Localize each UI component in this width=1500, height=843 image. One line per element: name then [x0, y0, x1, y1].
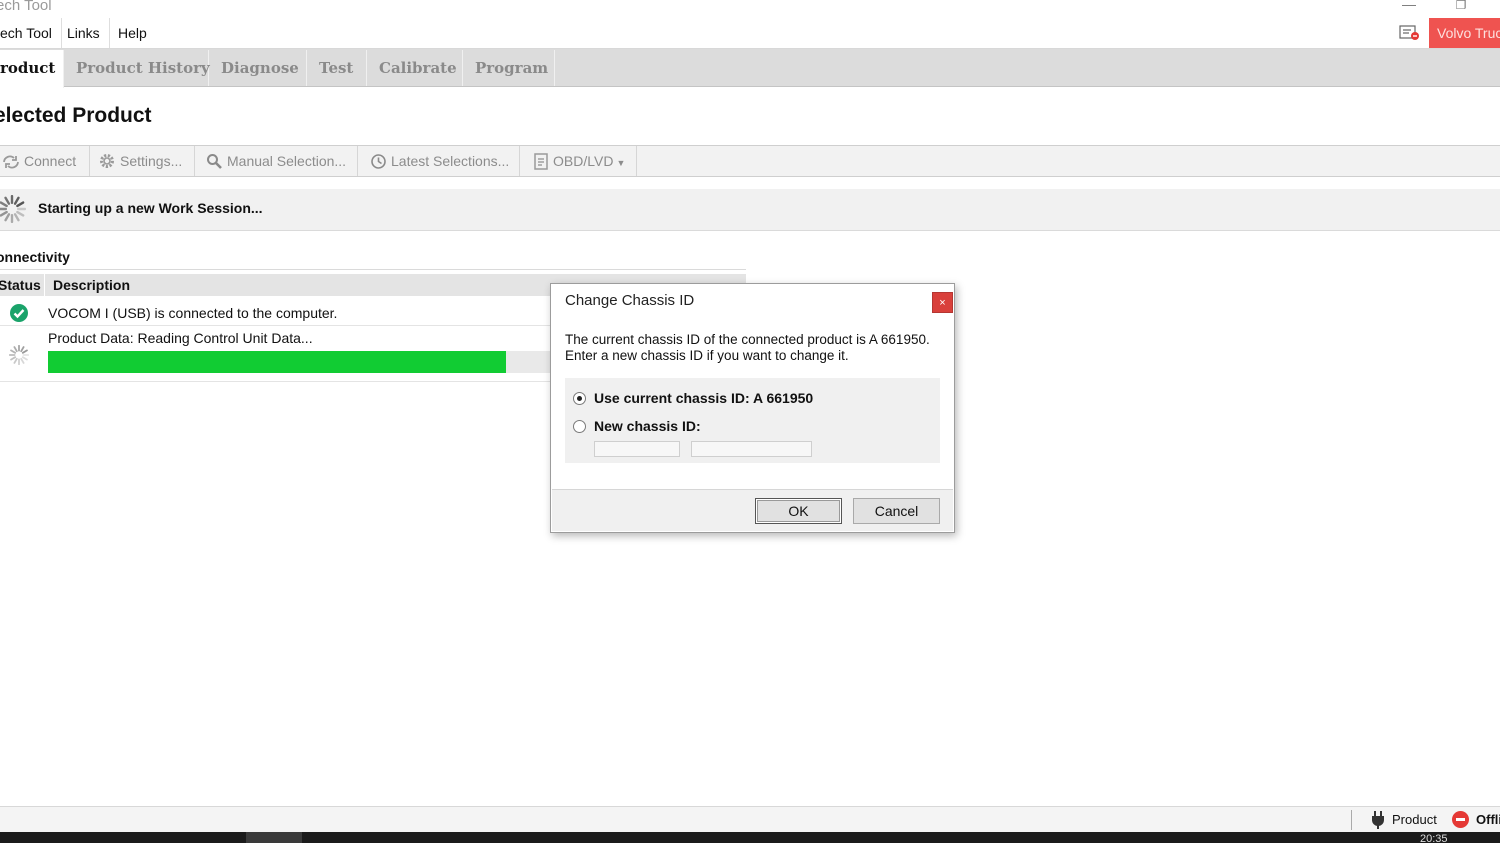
menu-item-help[interactable]: Help — [109, 18, 156, 48]
taskbar-clock: 20:35 — [1420, 834, 1448, 843]
chassis-series-input[interactable] — [594, 441, 680, 457]
status-separator — [1351, 810, 1352, 830]
menu-bar — [0, 18, 1500, 49]
loading-spinner-icon — [8, 344, 30, 370]
window-title: ech Tool — [0, 0, 52, 14]
minimize-button[interactable]: — — [1396, 0, 1422, 14]
new-chassis-label[interactable]: New chassis ID: — [594, 418, 701, 434]
connectivity-divider — [0, 269, 746, 270]
session-status-text: Starting up a new Work Session... — [38, 200, 263, 216]
ok-button[interactable]: OK — [755, 498, 842, 524]
spinner-icon — [0, 194, 27, 228]
connectivity-row-1-description: VOCOM I (USB) is connected to the comput… — [48, 305, 338, 321]
dialog-close-button[interactable]: × — [932, 292, 953, 313]
page-title: elected Product — [0, 104, 152, 127]
cancel-button[interactable]: Cancel — [853, 498, 940, 524]
new-chassis-radio[interactable] — [573, 420, 586, 433]
chevron-down-icon: ▼ — [616, 158, 626, 168]
connectivity-title: onnectivity — [0, 249, 70, 265]
tab-test[interactable]: Test — [307, 50, 367, 86]
tab-product-history[interactable]: Product History — [64, 50, 210, 86]
chassis-number-input[interactable] — [691, 441, 812, 457]
tab-calibrate[interactable]: Calibrate — [367, 50, 463, 86]
magnifier-icon — [207, 154, 222, 169]
manual-selection-button[interactable]: Manual Selection... — [206, 146, 358, 176]
user-badge[interactable]: Volvo Truc — [1429, 18, 1500, 48]
document-icon — [534, 153, 548, 170]
connect-button[interactable]: Connect — [2, 146, 90, 176]
column-header-description[interactable]: Description — [53, 277, 130, 293]
offline-icon — [1452, 811, 1469, 828]
user-card-icon[interactable] — [1399, 24, 1421, 42]
column-divider — [44, 274, 45, 296]
status-product[interactable]: Product — [1392, 812, 1437, 827]
connect-icon — [3, 155, 19, 169]
obd-lvd-dropdown[interactable]: OBD/LVD ▼ — [533, 146, 637, 176]
restore-button[interactable]: ❐ — [1448, 0, 1474, 14]
latest-selections-button[interactable]: Latest Selections... — [370, 146, 520, 176]
taskbar-active-app[interactable] — [246, 832, 302, 843]
dialog-message-line-1: The current chassis ID of the connected … — [565, 332, 930, 347]
settings-button[interactable]: Settings... — [98, 146, 195, 176]
manual-selection-label: Manual Selection... — [227, 153, 347, 169]
dialog-title: Change Chassis ID — [565, 292, 695, 309]
progress-bar-fill — [48, 351, 506, 373]
radio-selected-dot — [577, 396, 582, 401]
clock-icon — [371, 154, 386, 169]
tab-program[interactable]: Program — [463, 50, 555, 86]
dialog-message-line-2: Enter a new chassis ID if you want to ch… — [565, 348, 849, 363]
connect-label: Connect — [24, 153, 77, 169]
obd-lvd-label: OBD/LVD — [553, 153, 614, 169]
connectivity-row-2-description: Product Data: Reading Control Unit Data.… — [48, 330, 313, 346]
tab-diagnose[interactable]: Diagnose — [209, 50, 307, 86]
column-header-status[interactable]: Status — [0, 277, 41, 293]
use-current-label[interactable]: Use current chassis ID: A 661950 — [594, 390, 813, 406]
tab-product[interactable]: roduct — [0, 50, 64, 88]
settings-label: Settings... — [120, 153, 183, 169]
latest-selections-label: Latest Selections... — [391, 153, 510, 169]
taskbar — [0, 832, 1500, 843]
status-offline[interactable]: Offli — [1476, 812, 1500, 827]
status-bar — [0, 806, 1500, 832]
use-current-radio[interactable] — [573, 392, 586, 405]
menu-item-tech-tool[interactable]: ech Tool — [0, 18, 62, 48]
gear-icon — [100, 154, 114, 168]
title-bar — [0, 0, 1500, 18]
menu-item-links[interactable]: Links — [58, 18, 110, 48]
